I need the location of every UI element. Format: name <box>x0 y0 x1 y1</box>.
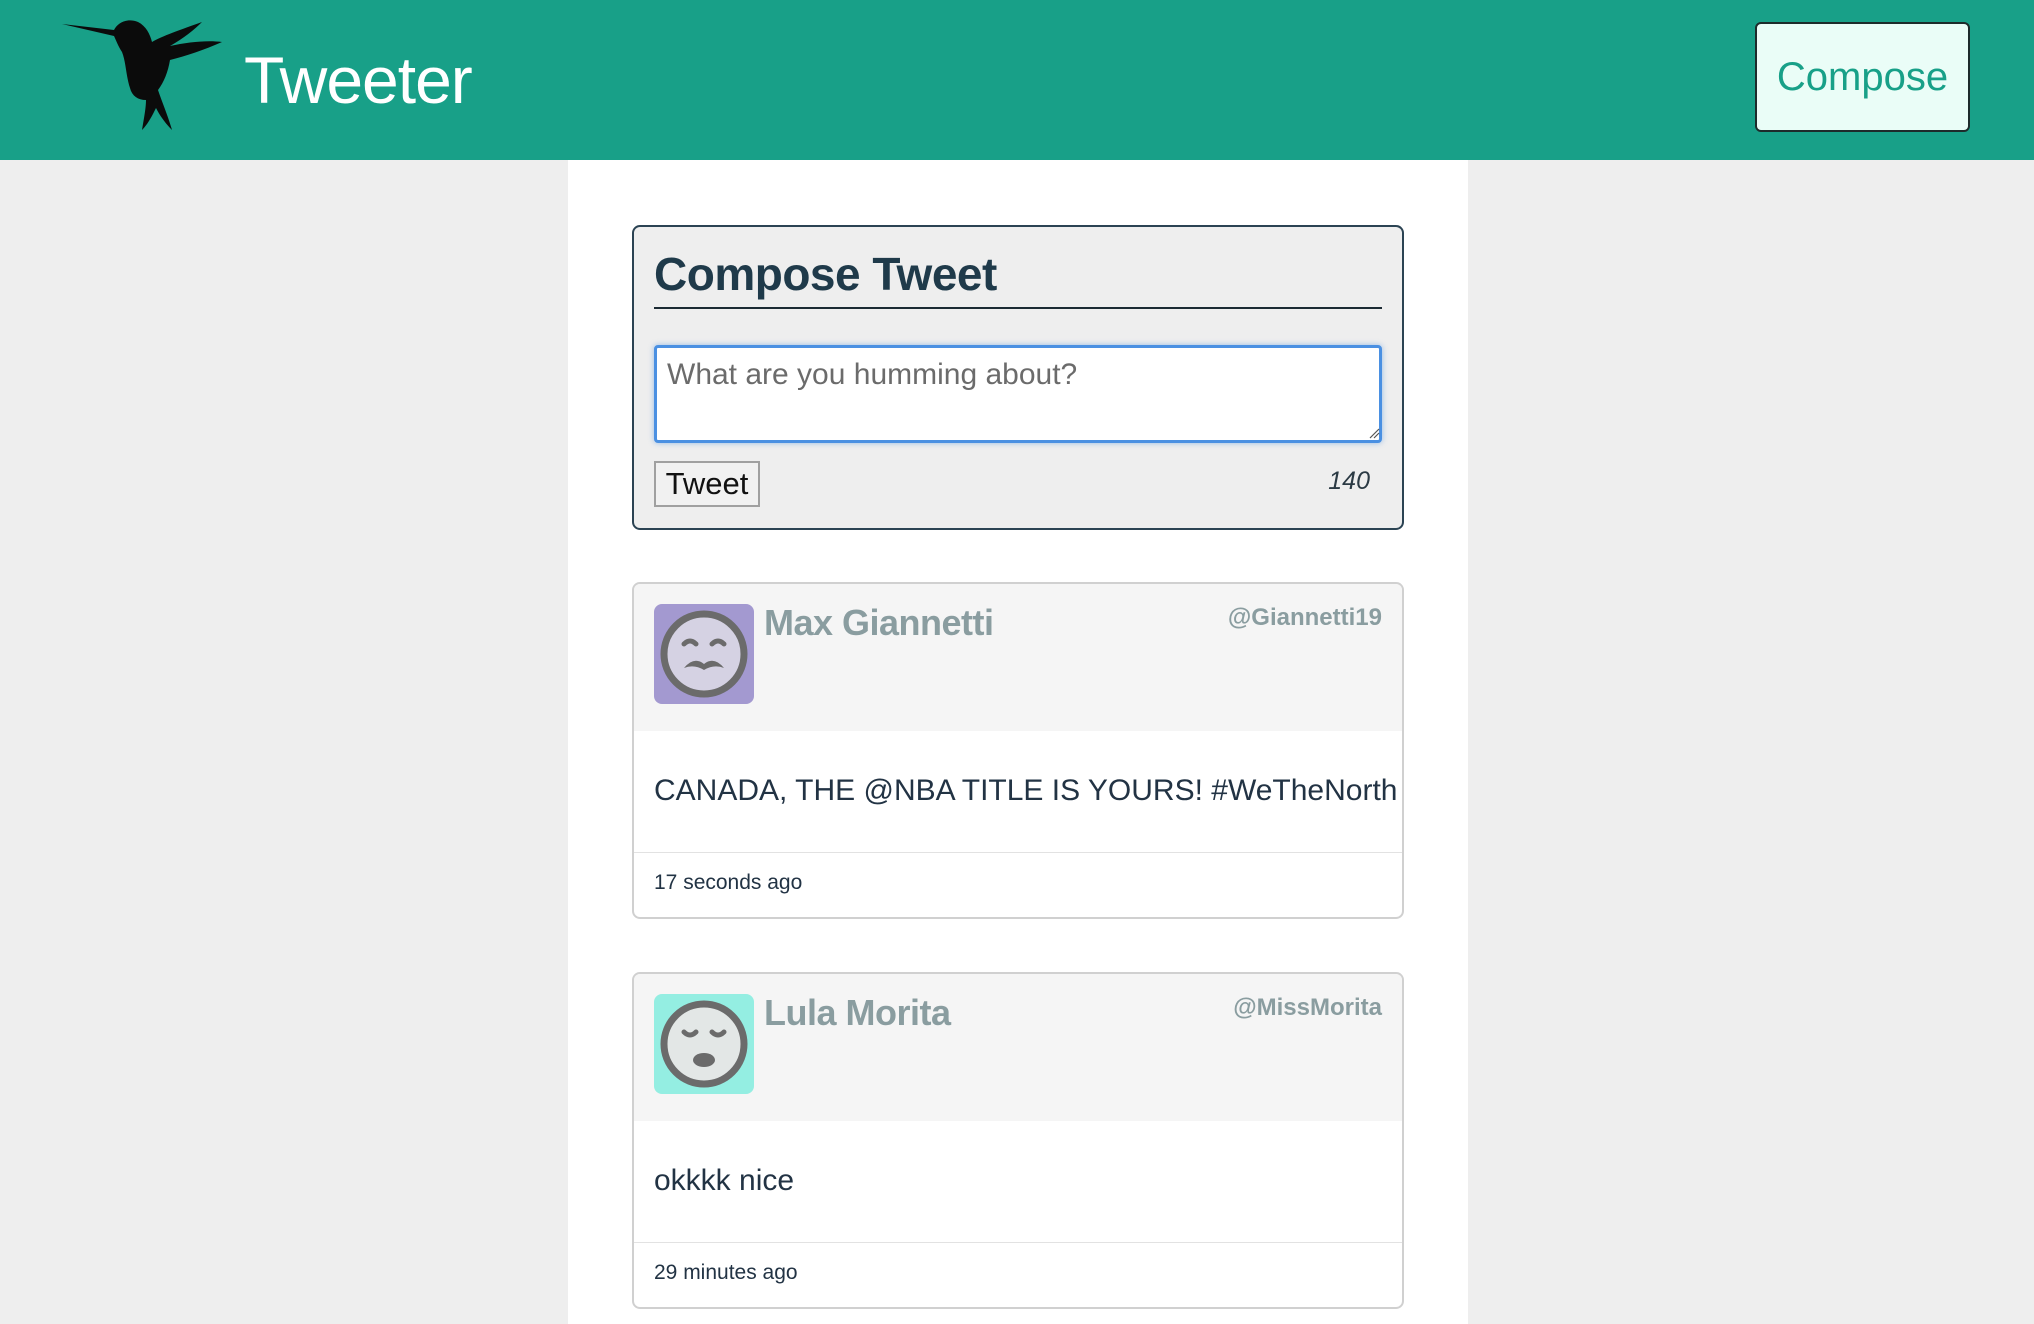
character-counter: 140 <box>1328 467 1370 495</box>
author-handle: @Giannetti19 <box>1227 604 1382 631</box>
tweet-content: okkkk nice <box>654 1164 795 1197</box>
tweet-content: CANADA, THE @NBA TITLE IS YOURS! #WeTheN… <box>654 774 1398 807</box>
compose-title: Compose Tweet <box>654 241 1382 309</box>
tweet-footer: 17 seconds ago <box>634 852 1402 917</box>
tweet-text-input[interactable] <box>654 345 1382 443</box>
mustache-face-icon <box>654 604 754 704</box>
brand-title[interactable]: Tweeter <box>244 32 473 128</box>
sleepy-face-icon <box>654 994 754 1094</box>
author-handle: @MissMorita <box>1233 994 1382 1021</box>
tweet-timestamp: 17 seconds ago <box>654 871 803 894</box>
tweet-card: Max Giannetti @Giannetti19 CANADA, THE @… <box>632 582 1404 919</box>
author-name: Lula Morita <box>764 992 951 1033</box>
compose-toggle-button[interactable]: Compose <box>1755 22 1970 132</box>
author-name: Max Giannetti <box>764 602 994 643</box>
compose-tweet-form: Compose Tweet Tweet 140 <box>632 225 1404 530</box>
tweet-card: Lula Morita @MissMorita okkkk nice 29 mi… <box>632 972 1404 1309</box>
tweet-submit-button[interactable]: Tweet <box>654 461 760 507</box>
resize-grip-icon[interactable] <box>1368 427 1380 439</box>
tweet-header: Max Giannetti @Giannetti19 <box>634 584 1402 731</box>
hummingbird-icon[interactable] <box>62 16 232 134</box>
main-container: Compose Tweet Tweet 140 Max Giannetti @G… <box>568 160 1468 1324</box>
tweet-header: Lula Morita @MissMorita <box>634 974 1402 1121</box>
navbar: Tweeter Compose <box>0 0 2034 160</box>
tweet-timestamp: 29 minutes ago <box>654 1261 798 1284</box>
tweet-footer: 29 minutes ago <box>634 1242 1402 1307</box>
